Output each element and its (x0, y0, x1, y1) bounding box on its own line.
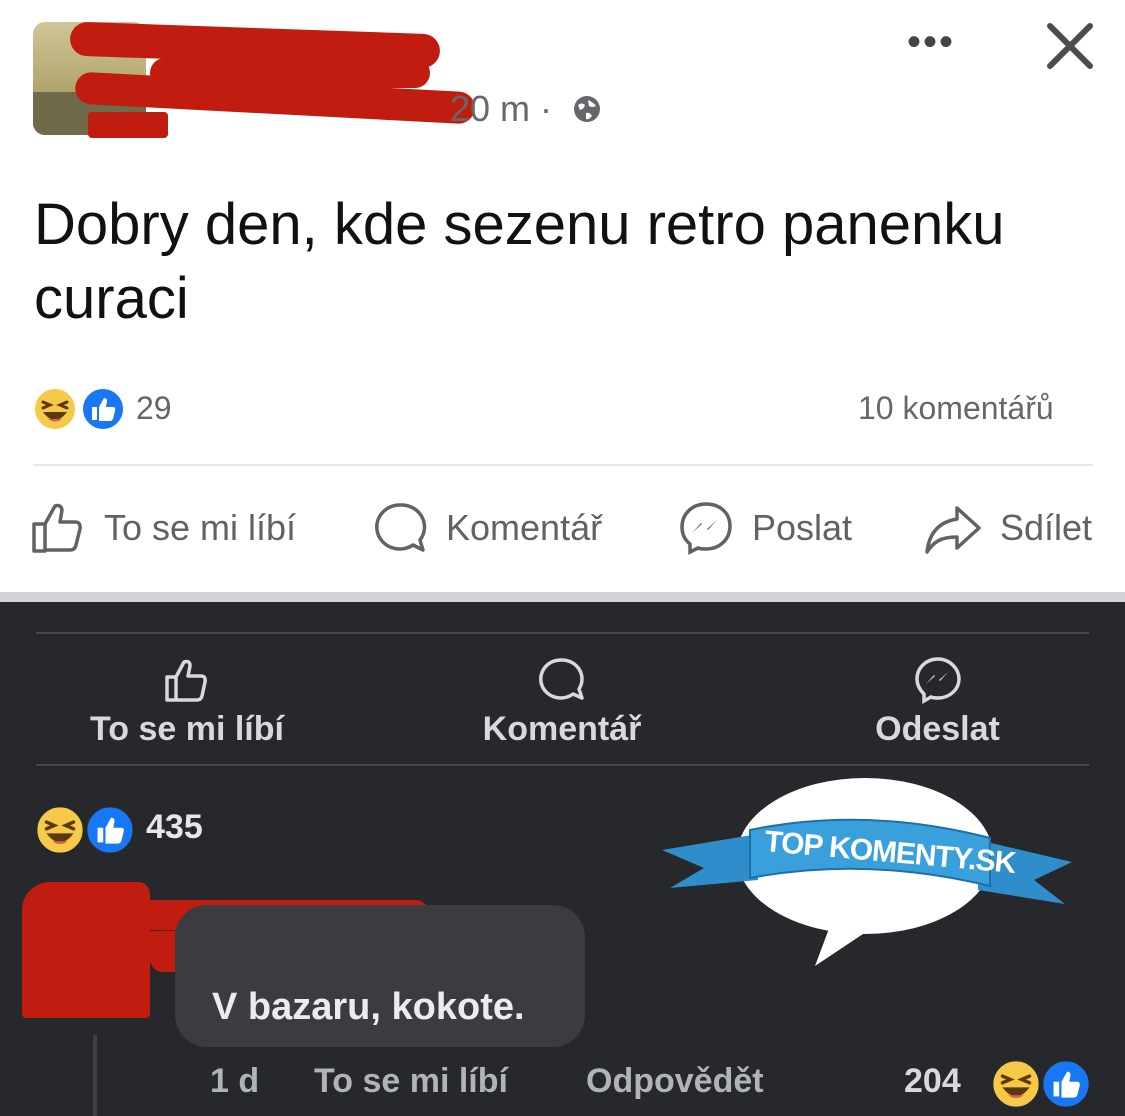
post-card: 20 m · ••• Dobry den, kde sezenu retro p… (0, 0, 1125, 592)
divider (36, 632, 1089, 634)
close-icon[interactable] (1040, 16, 1100, 76)
messenger-icon (680, 502, 732, 555)
send-label: Poslat (752, 507, 853, 548)
section-divider (0, 592, 1125, 602)
dark-comment-button[interactable]: Komentář (452, 656, 672, 749)
share-icon (925, 506, 981, 554)
redaction-stroke (88, 112, 168, 138)
dark-send-button[interactable]: Odeslat (850, 656, 1025, 749)
haha-reaction-icon (35, 805, 85, 855)
thumbs-up-icon (165, 659, 207, 702)
haha-reaction-icon (991, 1059, 1041, 1109)
dark-like-label: To se mi líbí (90, 710, 284, 748)
comment-icon (375, 503, 427, 552)
send-button[interactable]: Poslat (678, 500, 852, 556)
comment-label: Komentář (446, 507, 603, 548)
like-reaction-icon (1041, 1059, 1091, 1109)
like-button[interactable]: To se mi líbí (30, 500, 296, 556)
comment-reply-button[interactable]: Odpovědět (586, 1062, 764, 1101)
dark-like-button[interactable]: To se mi líbí (60, 656, 314, 749)
divider (36, 764, 1089, 766)
comment-like-button[interactable]: To se mi líbí (314, 1062, 508, 1101)
comment-button[interactable]: Komentář (372, 500, 602, 556)
watermark-logo (662, 778, 1072, 966)
post-timestamp[interactable]: 20 m · (450, 88, 552, 130)
more-options-icon[interactable]: ••• (907, 20, 955, 65)
thread-line (93, 1035, 97, 1116)
share-button[interactable]: Sdílet (924, 500, 1092, 556)
comment-reaction-count[interactable]: 204 (904, 1062, 961, 1101)
like-label: To se mi líbí (104, 507, 297, 548)
thumbs-up-icon (32, 503, 82, 553)
dark-send-label: Odeslat (875, 710, 1000, 748)
comment-icon (539, 658, 584, 700)
globe-icon (574, 96, 600, 122)
dark-reaction-count[interactable]: 435 (146, 808, 203, 847)
post-reaction-count[interactable]: 29 (136, 390, 172, 427)
share-label: Sdílet (1000, 507, 1093, 548)
haha-reaction-icon (33, 387, 77, 431)
comment-text: V bazaru, kokote. (212, 986, 525, 1028)
post-text: Dobry den, kde sezenu retro panenku cura… (34, 192, 1005, 331)
like-reaction-icon (85, 805, 135, 855)
like-reaction-icon (81, 387, 125, 431)
divider (33, 464, 1093, 466)
dark-comment-label: Komentář (482, 710, 642, 748)
post-comments-count[interactable]: 10 komentářů (858, 390, 1054, 427)
messenger-icon (914, 657, 961, 704)
comment-age[interactable]: 1 d (210, 1062, 259, 1101)
